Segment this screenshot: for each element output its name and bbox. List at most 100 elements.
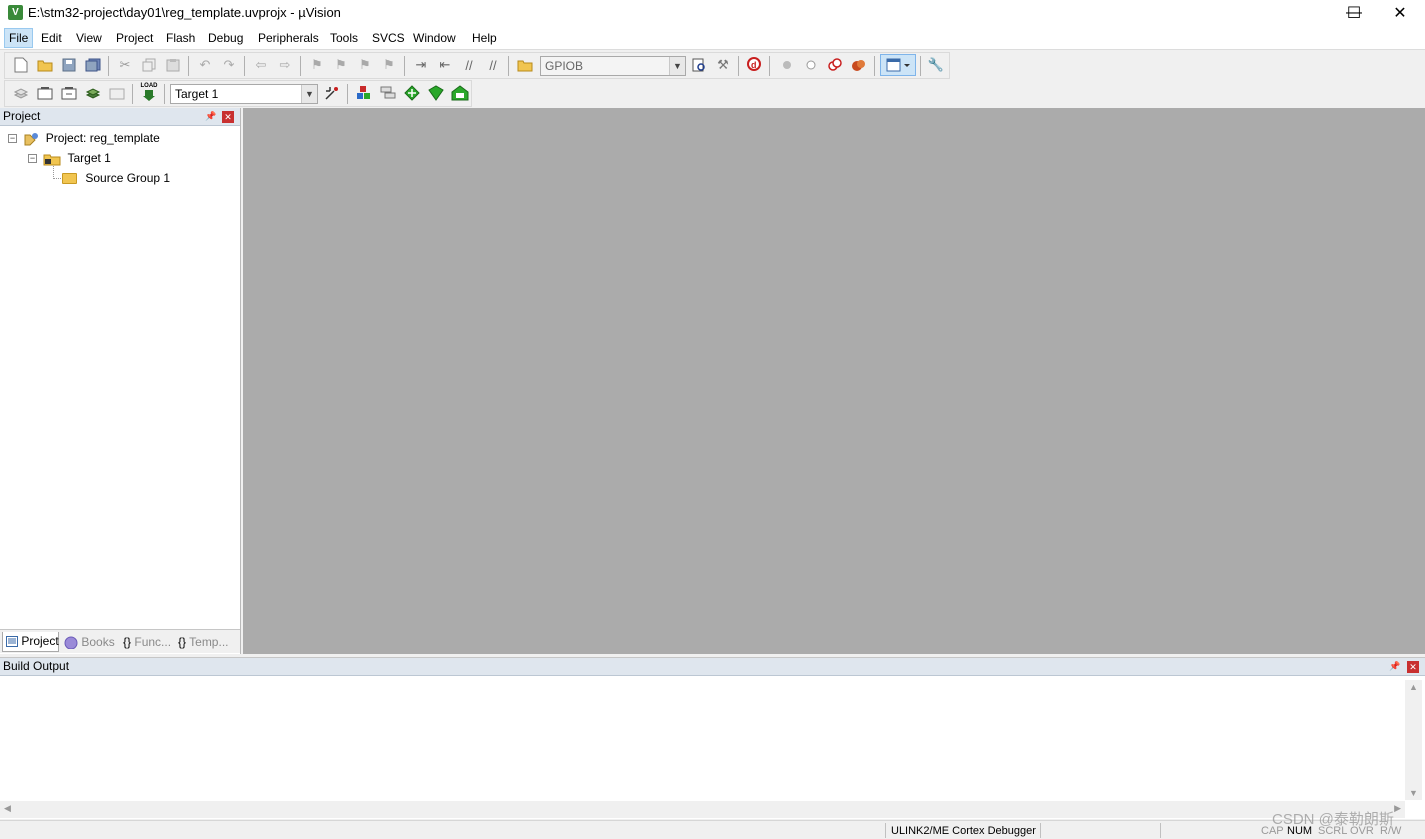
- menu-debug[interactable]: Debug: [204, 28, 247, 48]
- disable-breakpoint-icon[interactable]: [801, 55, 821, 75]
- redo-icon[interactable]: ↷: [219, 55, 239, 75]
- save-all-icon[interactable]: [83, 55, 103, 75]
- menu-window[interactable]: Window: [409, 28, 460, 48]
- file-extensions-icon[interactable]: [378, 83, 398, 103]
- undo-icon[interactable]: ↶: [195, 55, 215, 75]
- next-bookmark-icon[interactable]: ⚑: [355, 55, 375, 75]
- scroll-right-icon[interactable]: ▶: [1394, 803, 1401, 814]
- find-in-files-icon[interactable]: [515, 55, 535, 75]
- cut-icon[interactable]: ✂: [115, 55, 135, 75]
- maximize-button[interactable]: ☐: [1331, 0, 1377, 26]
- manage-components-icon[interactable]: [354, 83, 374, 103]
- run-time-env-icon[interactable]: [426, 83, 446, 103]
- title-bar: V E:\stm32-project\day01\reg_template.uv…: [0, 0, 1425, 26]
- close-window-button[interactable]: ✕: [1377, 0, 1423, 26]
- tree-item-project[interactable]: − Project: reg_template: [8, 129, 160, 147]
- tab-project[interactable]: Project: [2, 632, 59, 652]
- menu-view[interactable]: View: [72, 28, 106, 48]
- kill-breakpoints-icon[interactable]: [849, 55, 869, 75]
- project-icon: [24, 132, 39, 146]
- clear-bookmarks-icon[interactable]: ⚑: [379, 55, 399, 75]
- editor-area[interactable]: [243, 108, 1425, 654]
- paste-icon[interactable]: [163, 55, 183, 75]
- scroll-down-icon[interactable]: ▼: [1409, 788, 1418, 798]
- chevron-down-icon[interactable]: ▼: [301, 85, 317, 103]
- pin-icon[interactable]: 📌: [1389, 661, 1400, 672]
- incremental-find-icon[interactable]: ⚒: [713, 55, 733, 75]
- tab-templates[interactable]: {} Temp...: [178, 632, 229, 652]
- find-icon[interactable]: [689, 55, 709, 75]
- build-output-title: Build Output: [3, 659, 70, 673]
- uncomment-icon[interactable]: //: [483, 55, 503, 75]
- tree-item-label: Source Group 1: [85, 171, 171, 185]
- close-icon: ✕: [1393, 5, 1407, 22]
- pack-installer-icon[interactable]: [402, 83, 422, 103]
- project-tab-icon: [6, 636, 18, 648]
- collapse-icon[interactable]: −: [8, 134, 17, 144]
- menu-tools[interactable]: Tools: [326, 28, 362, 48]
- project-panel: Project 📌 ✕ − Project: reg_template − Ta…: [0, 108, 241, 654]
- stop-build-icon[interactable]: [107, 83, 127, 103]
- window-layout-icon[interactable]: [880, 54, 916, 76]
- build-output-header: Build Output 📌 ✕: [0, 658, 1425, 676]
- unindent-icon[interactable]: ⇤: [435, 55, 455, 75]
- books-icon: [64, 636, 78, 650]
- collapse-icon[interactable]: −: [28, 154, 37, 164]
- tab-label: Func...: [134, 635, 172, 649]
- scroll-left-icon[interactable]: ◀: [4, 803, 11, 814]
- scroll-up-icon[interactable]: ▲: [1409, 682, 1418, 692]
- build-icon[interactable]: [35, 83, 55, 103]
- horizontal-scrollbar[interactable]: ◀ ▶: [0, 801, 1405, 818]
- chevron-down-icon[interactable]: ▼: [669, 57, 685, 75]
- tree-item-source-group[interactable]: Source Group 1: [62, 169, 170, 187]
- debug-session-icon[interactable]: d: [745, 55, 765, 75]
- open-file-icon[interactable]: [35, 55, 55, 75]
- translate-icon[interactable]: [11, 83, 31, 103]
- copy-icon[interactable]: [139, 55, 159, 75]
- tab-functions[interactable]: {} Func...: [123, 632, 171, 652]
- find-combo[interactable]: GPIOB ▼: [540, 56, 686, 76]
- batch-build-icon[interactable]: [83, 83, 103, 103]
- nav-back-icon[interactable]: ⇦: [251, 55, 271, 75]
- tab-label: Temp...: [189, 635, 229, 649]
- menu-edit[interactable]: Edit: [37, 28, 66, 48]
- comment-icon[interactable]: //: [459, 55, 479, 75]
- target-options-icon[interactable]: [322, 83, 342, 103]
- rebuild-icon[interactable]: [59, 83, 79, 103]
- breakpoint-icon[interactable]: [777, 55, 797, 75]
- close-icon[interactable]: ✕: [1407, 661, 1419, 673]
- build-output-panel: Build Output 📌 ✕: [0, 657, 1425, 819]
- prev-bookmark-icon[interactable]: ⚑: [331, 55, 351, 75]
- menu-file[interactable]: File: [4, 28, 34, 48]
- indent-icon[interactable]: ⇥: [411, 55, 431, 75]
- folder-icon: [62, 173, 77, 185]
- new-file-icon[interactable]: [11, 55, 31, 75]
- select-packs-icon[interactable]: [450, 83, 470, 103]
- target-select[interactable]: Target 1 ▼: [170, 84, 318, 104]
- tab-label: Books: [81, 635, 115, 649]
- download-icon[interactable]: LOAD: [139, 82, 159, 102]
- menu-help[interactable]: Help: [468, 28, 501, 48]
- build-output-text[interactable]: [0, 678, 1405, 800]
- functions-icon: {}: [123, 635, 132, 649]
- close-icon[interactable]: ✕: [222, 111, 234, 123]
- svg-text:d: d: [751, 60, 757, 70]
- pin-icon[interactable]: 📌: [205, 111, 216, 122]
- target-folder-icon: [43, 154, 61, 166]
- configure-icon[interactable]: 🔧: [926, 55, 946, 75]
- menu-project[interactable]: Project: [112, 28, 157, 48]
- menu-svcs[interactable]: SVCS: [368, 28, 409, 48]
- tree-item-target[interactable]: − Target 1: [28, 149, 111, 167]
- disable-all-breakpoints-icon[interactable]: [825, 55, 845, 75]
- menu-flash[interactable]: Flash: [162, 28, 199, 48]
- debugger-status: ULINK2/ME Cortex Debugger: [891, 825, 1036, 837]
- save-icon[interactable]: [59, 55, 79, 75]
- menu-peripherals[interactable]: Peripherals: [254, 28, 323, 48]
- tab-label: Project: [21, 634, 59, 648]
- file-toolbar: ✂ ↶ ↷ ⇦ ⇨ ⚑ ⚑ ⚑ ⚑ ⇥ ⇤ // // GPIOB ▼ ⚒ d …: [4, 52, 950, 79]
- bookmark-icon[interactable]: ⚑: [307, 55, 327, 75]
- nav-forward-icon[interactable]: ⇨: [275, 55, 295, 75]
- uvision-app-icon: V: [8, 5, 23, 20]
- vertical-scrollbar[interactable]: ▲ ▼: [1405, 680, 1422, 800]
- tab-books[interactable]: Books: [62, 632, 115, 652]
